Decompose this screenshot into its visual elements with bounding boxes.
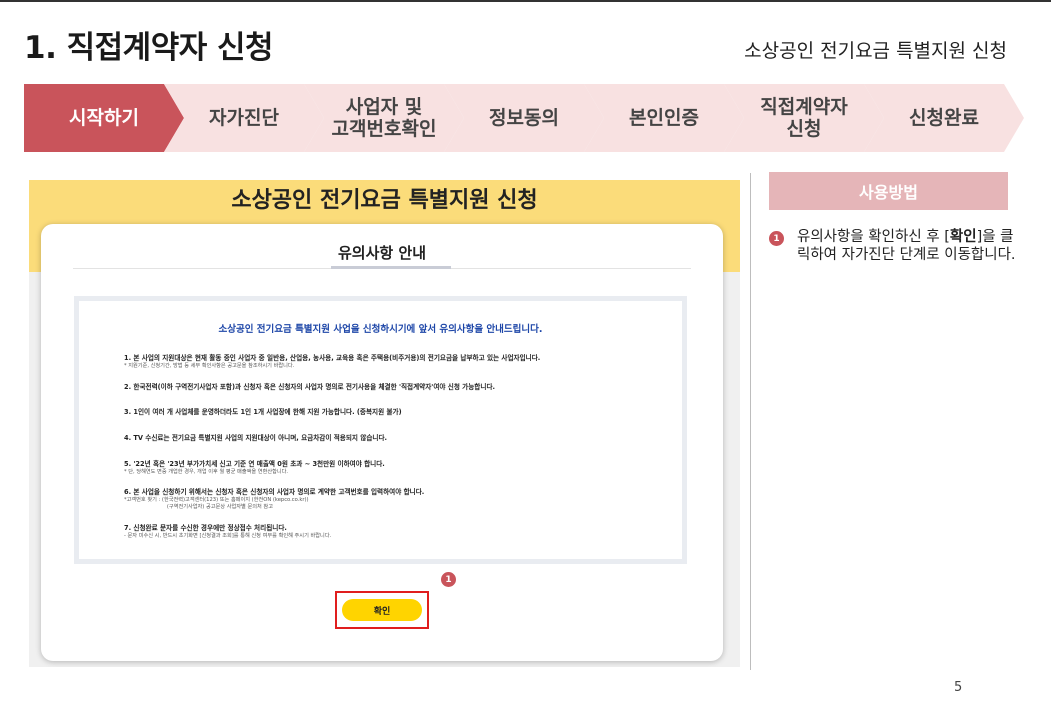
notice-item: 7. 신청완료 문자를 수신한 경우에만 정상접수 처리됩니다. - 문자 미수…	[124, 524, 332, 539]
notice-item: 5. '22년 혹은 '23년 부가가치세 신고 기준 연 매출액 0원 초과 …	[124, 460, 385, 475]
notice-item: 3. 1인이 여러 개 사업체를 운영하더라도 1인 1개 사업장에 한해 지원…	[124, 408, 402, 416]
top-divider	[0, 0, 1051, 2]
confirm-button[interactable]: 확인	[342, 599, 422, 621]
step-number-badge: 1	[769, 231, 784, 246]
modal-title-underline	[331, 266, 451, 269]
step-business-check: 사업자 및 고객번호확인	[304, 84, 464, 152]
step-number-badge: 1	[441, 572, 456, 587]
notice-item: 6. 본 사업을 신청하기 위해서는 신청자 혹은 신청자의 사업자 명의로 계…	[124, 488, 425, 510]
step-verification: 본인인증	[584, 84, 744, 152]
notice-modal: 유의사항 안내 소상공인 전기요금 특별지원 사업을 신청하시기에 앞서 유의사…	[41, 224, 723, 661]
slide-subtitle: 소상공인 전기요금 특별지원 신청	[744, 40, 1007, 62]
step-self-diagnosis: 자가진단	[164, 84, 324, 152]
confirm-highlight: 확인	[335, 591, 429, 629]
page-number: 5	[954, 680, 963, 695]
notice-item: 2. 한국전력(이하 구역전기사업자 포함)과 신청자 혹은 신청자의 사업자 …	[124, 383, 496, 391]
howto-header: 사용방법	[769, 172, 1008, 210]
modal-title: 유의사항 안내	[337, 244, 427, 262]
slide-title: 1. 직접계약자 신청	[24, 30, 274, 66]
step-complete: 신청완료	[864, 84, 1024, 152]
slide: 1. 직접계약자 신청 소상공인 전기요금 특별지원 신청 시작하기 자가진단 …	[0, 0, 1051, 717]
notice-item: 1. 본 사업의 지원대상은 현재 활동 중인 사업자 중 일반용, 산업용, …	[124, 354, 541, 369]
step-direct-contract: 직접계약자 신청	[724, 84, 884, 152]
progress-steps: 시작하기 자가진단 사업자 및 고객번호확인 정보동의 본인인증 직접계약자 신…	[24, 84, 1024, 152]
notice-box: 소상공인 전기요금 특별지원 사업을 신청하시기에 앞서 유의사항을 안내드립니…	[74, 296, 687, 564]
step-consent: 정보동의	[444, 84, 604, 152]
howto-text: 유의사항을 확인하신 후 [확인]을 클릭하여 자가진단 단계로 이동합니다.	[797, 229, 1016, 263]
app-screenshot: 소상공인 전기요금 특별지원 신청 유의사항 안내 소상공인 전기요금 특별지원…	[29, 180, 740, 667]
page-title: 소상공인 전기요금 특별지원 신청	[231, 188, 538, 213]
notice-item: 4. TV 수신료는 전기요금 특별지원 사업의 지원대상이 아니며, 요금차감…	[124, 434, 388, 442]
panel-divider	[750, 173, 751, 670]
notice-heading: 소상공인 전기요금 특별지원 사업을 신청하시기에 앞서 유의사항을 안내드립니…	[218, 324, 543, 335]
step-start: 시작하기	[24, 84, 184, 152]
